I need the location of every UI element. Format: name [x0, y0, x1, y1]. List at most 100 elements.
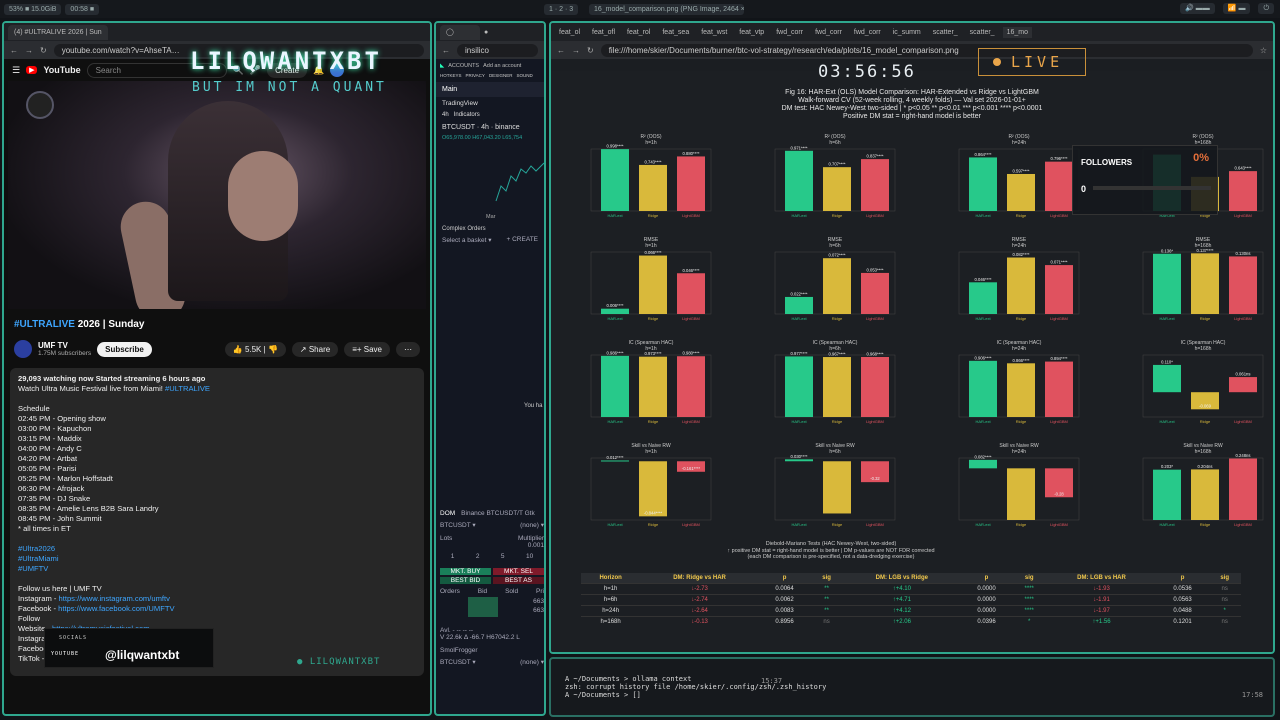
table-cell: 0.0536: [1156, 583, 1209, 595]
dislike-icon[interactable]: 👎: [268, 345, 278, 354]
social-link-url[interactable]: https://www.facebook.com/UMFTV: [58, 604, 174, 613]
lot-step-button[interactable]: 1: [451, 553, 455, 560]
tv-settings-tab[interactable]: HOTKEYS: [440, 73, 462, 78]
hashtag-link[interactable]: #UltraMiami: [18, 554, 416, 564]
viewer-tab[interactable]: fwd_corr: [811, 27, 846, 38]
basket-select[interactable]: Select a basket ▾: [442, 236, 492, 244]
table-header-cell: p: [960, 573, 1013, 584]
viewer-tab[interactable]: feat_wst: [697, 27, 731, 38]
reload-icon[interactable]: ↻: [40, 46, 47, 55]
like-count: 5.5K: [244, 344, 262, 354]
viewer-tab[interactable]: scatter_: [966, 27, 999, 38]
volume-icon[interactable]: 🔊 ▬▬: [1180, 3, 1215, 14]
hashtag-list: #Ultra2026 #UltraMiami #UMFTV: [18, 544, 416, 574]
price-chart[interactable]: [436, 141, 544, 211]
bar: [639, 356, 667, 417]
tv-settings-tab[interactable]: PRIVACY: [466, 73, 485, 78]
accounts-label[interactable]: ACCOUNTS: [448, 63, 479, 69]
tv-settings-tab[interactable]: DESIGNER: [489, 73, 513, 78]
bar: [677, 356, 705, 417]
github-icon[interactable]: ●: [484, 29, 488, 36]
social-link-url[interactable]: https://www.instagram.com/umftv: [59, 594, 170, 603]
tab-youtube[interactable]: (4) #ULTRALIVE 2026 | Sun: [8, 24, 108, 40]
hashtag-link[interactable]: #Ultra2026: [18, 544, 416, 554]
bar-value-label: 0.968****: [867, 351, 884, 356]
bar: [1045, 265, 1073, 314]
tv-back-icon[interactable]: ←: [442, 46, 450, 55]
viewer-tab[interactable]: scatter_: [929, 27, 962, 38]
best-bid-button[interactable]: BEST BID: [440, 577, 491, 584]
tv-main-tab[interactable]: Main: [436, 82, 544, 97]
youtube-logo-icon[interactable]: ▶: [26, 66, 38, 74]
power-icon[interactable]: ⏻: [1258, 3, 1274, 14]
terminal-time-2: 17:58: [1241, 691, 1263, 699]
market-sell-button[interactable]: MKT. SEL: [493, 568, 544, 575]
lot-step-button[interactable]: 10: [526, 553, 533, 560]
viewer-tab[interactable]: feat_vtp: [735, 27, 768, 38]
bookmark-icon[interactable]: ☆: [1260, 46, 1267, 55]
menu-icon[interactable]: ☰: [12, 65, 20, 76]
category-tick-label: LightGBM: [1234, 419, 1252, 424]
viewer-reload-icon[interactable]: ↻: [587, 46, 594, 55]
viewer-tab[interactable]: fwd_corr: [850, 27, 885, 38]
viewer-tab[interactable]: feat_sea: [658, 27, 693, 38]
viewer-tab[interactable]: feat_ofl: [588, 27, 619, 38]
hashtag-link[interactable]: #UMFTV: [18, 564, 416, 574]
viewer-tab[interactable]: fwd_corr: [772, 27, 807, 38]
dom-none-select[interactable]: (none) ▾: [520, 521, 544, 529]
category-tick-label: LightGBM: [1234, 316, 1252, 321]
save-button[interactable]: ≡+ Save: [344, 341, 390, 357]
tv-tab[interactable]: ◯: [440, 24, 480, 40]
bar: [785, 296, 813, 314]
table-cell: h=6h: [581, 594, 641, 606]
more-icon[interactable]: ⋯: [396, 341, 420, 357]
bottom-pair-select[interactable]: BTCUSDT ▾: [440, 658, 476, 666]
bottom-none-select[interactable]: (none) ▾: [520, 658, 544, 666]
followers-percent: 0%: [1193, 152, 1209, 164]
bar-value-label: 0.743****: [645, 159, 662, 164]
channel-avatar[interactable]: [14, 340, 32, 358]
wifi-icon[interactable]: 📶 ▬: [1222, 3, 1251, 14]
dom-pair-select[interactable]: BTCUSDT ▾: [440, 521, 476, 529]
workspace-chip[interactable]: 1 · 2 · 3: [544, 3, 579, 15]
lot-step-button[interactable]: 5: [501, 553, 505, 560]
channel-name[interactable]: UMF TV: [38, 341, 91, 350]
share-label: Share: [308, 344, 331, 354]
table-header-cell: p: [1156, 573, 1209, 584]
viewer-forward-icon[interactable]: →: [572, 46, 580, 55]
watch-hashtag[interactable]: #ULTRALIVE: [165, 384, 210, 393]
video-player[interactable]: [8, 81, 426, 309]
bar-value-label: 0.707****: [829, 162, 846, 167]
indicators-button[interactable]: Indicators: [454, 112, 480, 118]
table-cell: ns: [1208, 594, 1241, 606]
multiplier-field[interactable]: 0.001: [440, 542, 544, 549]
lot-step-button[interactable]: 2: [476, 553, 480, 560]
back-icon[interactable]: ←: [10, 46, 18, 55]
category-tick-label: HAR-ext: [607, 316, 623, 321]
viewer-tab-strip: feat_ol feat_ofl feat_rol feat_sea feat_wst f…: [551, 23, 1273, 41]
terminal-window[interactable]: A ~/Documents > ollama context zsh: corru…: [549, 657, 1275, 717]
viewer-back-icon[interactable]: ←: [557, 46, 565, 55]
bar-value-label: 0.973****: [645, 351, 662, 356]
multiplier-label: Multiplier: [517, 535, 544, 542]
tv-settings-tab[interactable]: SOUND: [516, 73, 532, 78]
dm-test-table: Horizon DM: Ridge vs HAR p sig DM: LGB vs Ri…: [581, 573, 1241, 627]
interval-select[interactable]: 4h: [442, 112, 449, 118]
like-button[interactable]: 👍 5.5K | 👎: [224, 341, 286, 357]
subscribe-button[interactable]: Subscribe: [97, 341, 152, 357]
market-buy-button[interactable]: MKT. BUY: [440, 568, 491, 575]
tv-url-field[interactable]: insilico: [457, 43, 538, 57]
best-ask-button[interactable]: BEST AS: [493, 577, 544, 584]
add-account-link[interactable]: Add an account: [483, 63, 521, 69]
title-hashtag[interactable]: #ULTRALIVE: [14, 319, 75, 330]
viewer-tab[interactable]: 16_mo: [1002, 26, 1032, 38]
share-button[interactable]: ↗ Share: [291, 341, 339, 357]
viewer-url-field[interactable]: file:///home/skier/Documents/burner/btc-…: [600, 43, 1253, 57]
create-basket-button[interactable]: + CREATE: [507, 236, 538, 244]
forward-icon[interactable]: →: [25, 46, 33, 55]
viewer-tab[interactable]: feat_rol: [623, 27, 654, 38]
viewer-tab[interactable]: feat_ol: [555, 27, 584, 38]
category-tick-label: Ridge: [648, 419, 659, 424]
viewer-tab[interactable]: ic_summ: [889, 27, 925, 38]
bar-value-label: 0.204ns: [1198, 464, 1213, 469]
